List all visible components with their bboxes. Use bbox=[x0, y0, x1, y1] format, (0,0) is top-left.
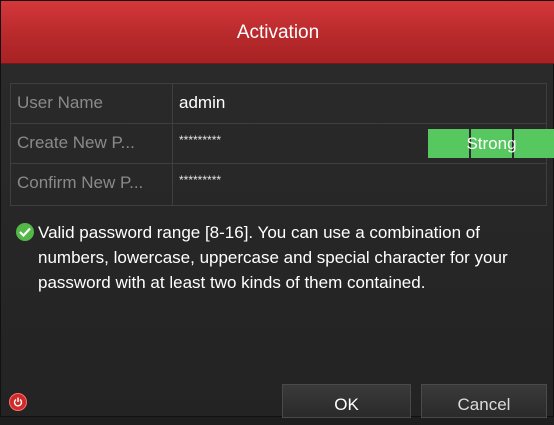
ok-button[interactable]: OK bbox=[282, 384, 411, 418]
power-icon[interactable] bbox=[9, 393, 27, 411]
create-password-field[interactable]: ********* bbox=[179, 134, 221, 146]
user-name-field[interactable]: admin bbox=[179, 84, 225, 123]
create-password-label: Create New P... bbox=[11, 124, 173, 163]
password-hint-text: Valid password range [8-16]. You can use… bbox=[38, 223, 508, 292]
user-name-row: User Name admin bbox=[11, 84, 546, 124]
password-hint: Valid password range [8-16]. You can use… bbox=[17, 220, 547, 295]
dialog-title: Activation bbox=[236, 22, 320, 43]
confirm-password-label: Confirm New P... bbox=[11, 164, 173, 205]
create-password-row: Create New P... ********* Strong bbox=[11, 124, 554, 164]
password-strength-label: Strong bbox=[466, 134, 517, 153]
activation-dialog: Activation User Name admin Create New P.… bbox=[0, 0, 554, 418]
cancel-button[interactable]: Cancel bbox=[421, 384, 547, 418]
confirm-password-field[interactable]: ********* bbox=[179, 174, 221, 186]
confirm-password-row: Confirm New P... ********* bbox=[11, 164, 546, 205]
user-name-label: User Name bbox=[11, 84, 173, 123]
title-bar: Activation bbox=[1, 1, 554, 64]
activation-form: User Name admin Create New P... ********… bbox=[10, 83, 554, 206]
